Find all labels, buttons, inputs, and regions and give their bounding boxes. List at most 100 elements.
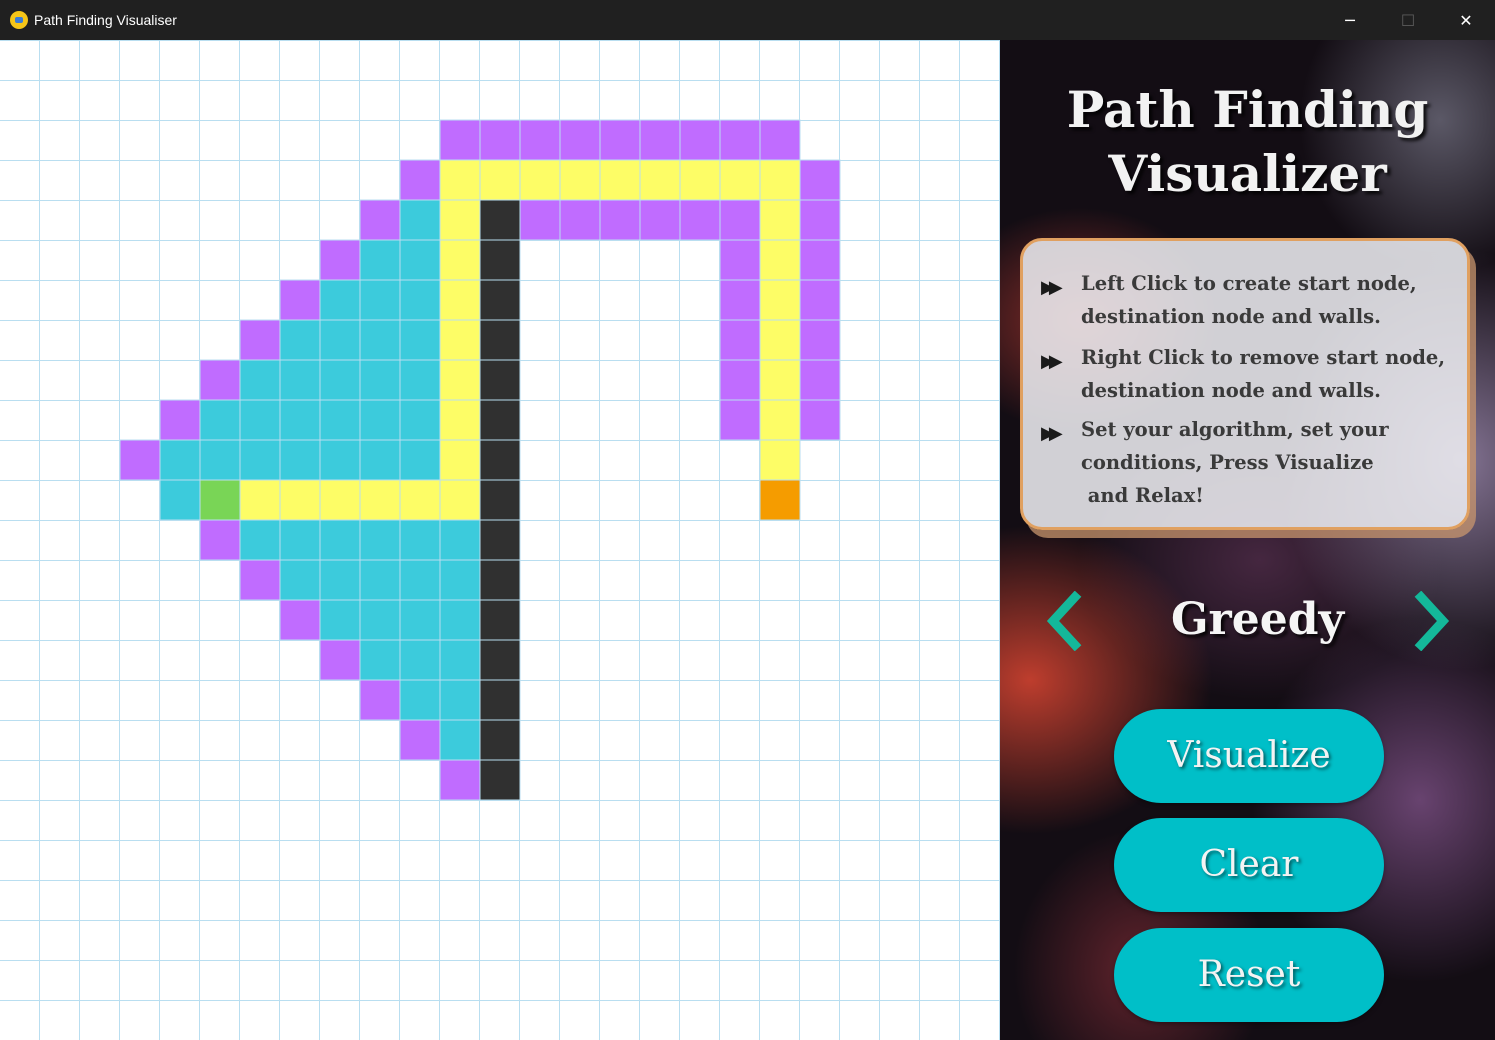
wall-cell[interactable] (479, 759, 521, 801)
path-cell[interactable] (759, 159, 801, 201)
explored-cell[interactable] (279, 359, 321, 401)
maximize-button[interactable]: ☐ (1379, 0, 1437, 40)
visited-cell[interactable] (679, 119, 721, 161)
path-cell[interactable] (439, 479, 481, 521)
explored-cell[interactable] (359, 239, 401, 281)
visited-cell[interactable] (439, 759, 481, 801)
explored-cell[interactable] (439, 719, 481, 761)
explored-cell[interactable] (399, 679, 441, 721)
path-cell[interactable] (719, 159, 761, 201)
path-cell[interactable] (759, 399, 801, 441)
path-cell[interactable] (439, 319, 481, 361)
explored-cell[interactable] (399, 399, 441, 441)
visited-cell[interactable] (239, 319, 281, 361)
wall-cell[interactable] (479, 359, 521, 401)
explored-cell[interactable] (239, 359, 281, 401)
explored-cell[interactable] (439, 519, 481, 561)
path-cell[interactable] (439, 239, 481, 281)
wall-cell[interactable] (479, 559, 521, 601)
path-cell[interactable] (439, 359, 481, 401)
visited-cell[interactable] (399, 159, 441, 201)
explored-cell[interactable] (399, 559, 441, 601)
path-cell[interactable] (439, 159, 481, 201)
wall-cell[interactable] (479, 679, 521, 721)
visited-cell[interactable] (559, 119, 601, 161)
visited-cell[interactable] (479, 119, 521, 161)
wall-cell[interactable] (479, 719, 521, 761)
visited-cell[interactable] (799, 239, 841, 281)
explored-cell[interactable] (319, 319, 361, 361)
path-grid[interactable] (0, 40, 1000, 1040)
explored-cell[interactable] (399, 359, 441, 401)
explored-cell[interactable] (239, 519, 281, 561)
wall-cell[interactable] (479, 199, 521, 241)
visited-cell[interactable] (799, 279, 841, 321)
visited-cell[interactable] (679, 199, 721, 241)
visited-cell[interactable] (719, 199, 761, 241)
visited-cell[interactable] (519, 199, 561, 241)
visited-cell[interactable] (319, 239, 361, 281)
visited-cell[interactable] (719, 359, 761, 401)
visited-cell[interactable] (559, 199, 601, 241)
explored-cell[interactable] (319, 559, 361, 601)
explored-cell[interactable] (399, 639, 441, 681)
visited-cell[interactable] (519, 119, 561, 161)
visited-cell[interactable] (719, 279, 761, 321)
path-cell[interactable] (279, 479, 321, 521)
path-cell[interactable] (519, 159, 561, 201)
explored-cell[interactable] (399, 519, 441, 561)
visited-cell[interactable] (279, 599, 321, 641)
path-cell[interactable] (639, 159, 681, 201)
visited-cell[interactable] (599, 199, 641, 241)
explored-cell[interactable] (399, 439, 441, 481)
explored-cell[interactable] (319, 519, 361, 561)
explored-cell[interactable] (319, 599, 361, 641)
path-cell[interactable] (759, 239, 801, 281)
path-cell[interactable] (759, 279, 801, 321)
path-cell[interactable] (759, 199, 801, 241)
visited-cell[interactable] (359, 199, 401, 241)
reset-button[interactable]: Reset (1114, 928, 1384, 1022)
visited-cell[interactable] (759, 119, 801, 161)
path-cell[interactable] (759, 319, 801, 361)
path-cell[interactable] (759, 359, 801, 401)
path-cell[interactable] (239, 479, 281, 521)
visited-cell[interactable] (799, 399, 841, 441)
explored-cell[interactable] (359, 439, 401, 481)
start-node[interactable] (199, 479, 241, 521)
visited-cell[interactable] (719, 239, 761, 281)
visited-cell[interactable] (799, 359, 841, 401)
path-cell[interactable] (559, 159, 601, 201)
end-node[interactable] (759, 479, 801, 521)
wall-cell[interactable] (479, 639, 521, 681)
visited-cell[interactable] (719, 319, 761, 361)
visited-cell[interactable] (799, 159, 841, 201)
explored-cell[interactable] (359, 359, 401, 401)
explored-cell[interactable] (439, 599, 481, 641)
explored-cell[interactable] (439, 639, 481, 681)
previous-algorithm-button[interactable] (1038, 591, 1088, 651)
visualize-button[interactable]: Visualize (1114, 709, 1384, 803)
minimize-button[interactable]: ─ (1321, 0, 1379, 40)
explored-cell[interactable] (319, 399, 361, 441)
explored-cell[interactable] (279, 439, 321, 481)
explored-cell[interactable] (319, 279, 361, 321)
explored-cell[interactable] (279, 399, 321, 441)
path-cell[interactable] (439, 399, 481, 441)
path-cell[interactable] (439, 199, 481, 241)
visited-cell[interactable] (439, 119, 481, 161)
explored-cell[interactable] (359, 519, 401, 561)
path-cell[interactable] (439, 439, 481, 481)
path-cell[interactable] (399, 479, 441, 521)
visited-cell[interactable] (359, 679, 401, 721)
explored-cell[interactable] (359, 279, 401, 321)
path-cell[interactable] (359, 479, 401, 521)
explored-cell[interactable] (279, 319, 321, 361)
wall-cell[interactable] (479, 479, 521, 521)
wall-cell[interactable] (479, 239, 521, 281)
visited-cell[interactable] (119, 439, 161, 481)
explored-cell[interactable] (239, 399, 281, 441)
explored-cell[interactable] (239, 439, 281, 481)
explored-cell[interactable] (439, 559, 481, 601)
explored-cell[interactable] (159, 439, 201, 481)
